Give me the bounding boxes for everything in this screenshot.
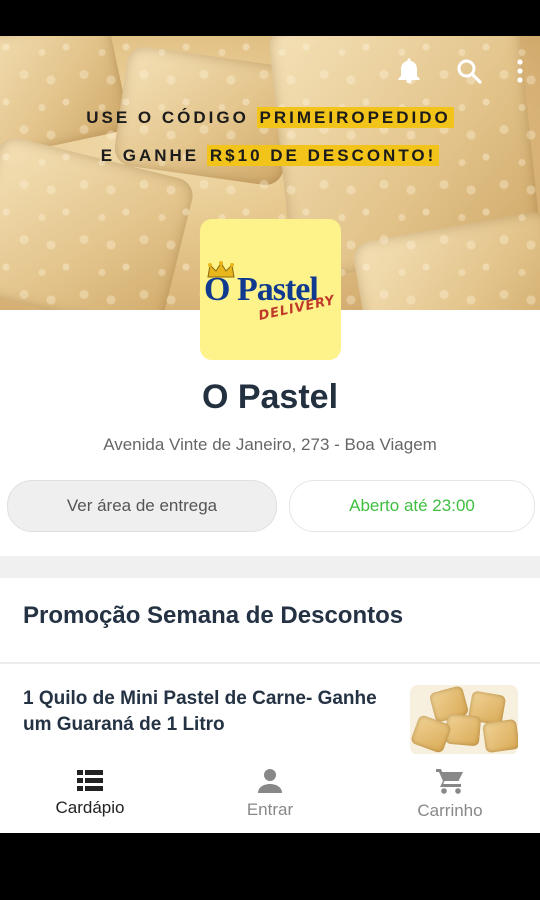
promo-code: PRIMEIROPEDIDO: [256, 107, 454, 128]
item-title: 1 Quilo de Mini Pastel de Carne- Ganhe u…: [23, 688, 377, 735]
promo-amount: R$10 DE DESCONTO!: [206, 145, 440, 166]
cart-icon: [436, 768, 463, 794]
store-name: O Pastel: [201, 378, 339, 416]
person-icon: [258, 768, 282, 793]
divider: [0, 662, 540, 664]
item-image: [410, 685, 518, 755]
delivery-area-button[interactable]: Ver área de entrega: [7, 480, 277, 532]
toolbar-actions: [394, 56, 526, 86]
more-vert-icon[interactable]: [514, 56, 526, 86]
store-address: Avenida Vinte de Janeiro, 273 - Boa Viag…: [103, 435, 437, 454]
promo-prefix-2: E GANHE: [100, 146, 200, 165]
search-icon[interactable]: [454, 56, 484, 86]
nav-label: Cardápio: [55, 797, 125, 817]
open-status-badge: Aberto até 23:00: [289, 480, 535, 532]
list-icon: [77, 769, 103, 791]
section-divider: [0, 556, 540, 578]
bell-icon[interactable]: [394, 56, 424, 86]
app-screen: USE O CÓDIGO PRIMEIROPEDIDO E GANHE R$10…: [0, 36, 540, 833]
nav-label: Entrar: [246, 799, 294, 819]
bottom-navigation: Cardápio Entrar Carrinho: [0, 754, 540, 833]
promo-line-1: USE O CÓDIGO PRIMEIROPEDIDO: [0, 107, 540, 128]
store-logo: O Pastel DELIVERY: [200, 219, 341, 360]
nav-item-entrar[interactable]: Entrar: [180, 754, 360, 833]
section-title: Promoção Semana de Descontos: [23, 602, 404, 629]
promo-prefix-1: USE O CÓDIGO: [86, 108, 249, 127]
nav-item-cardapio[interactable]: Cardápio: [0, 754, 180, 833]
nav-item-carrinho[interactable]: Carrinho: [360, 754, 540, 833]
promo-line-2: E GANHE R$10 DE DESCONTO!: [0, 145, 540, 166]
nav-label: Carrinho: [417, 800, 483, 820]
